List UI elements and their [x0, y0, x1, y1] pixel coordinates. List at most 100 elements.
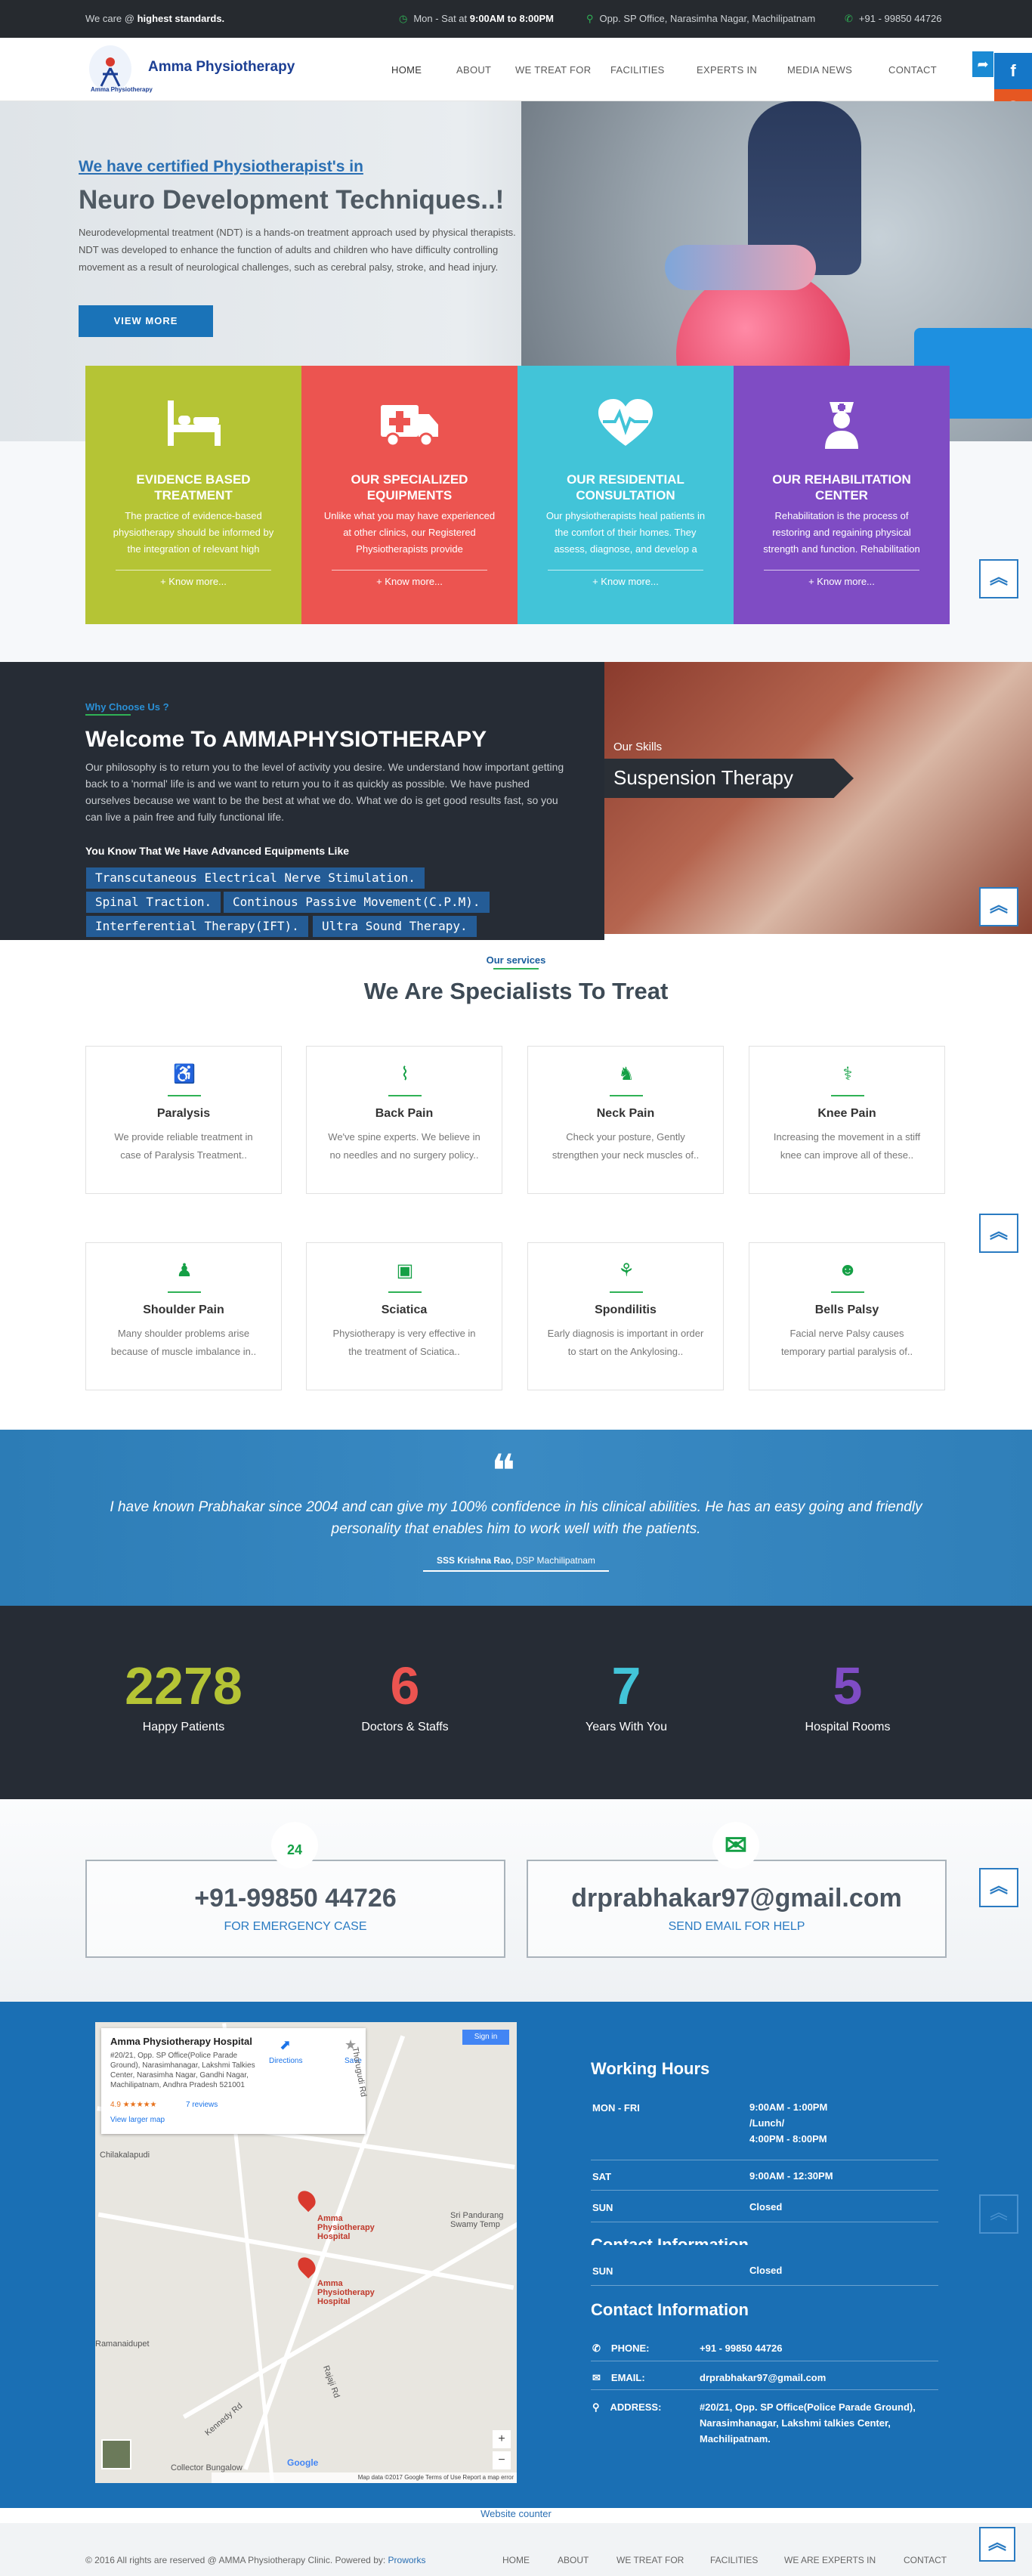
time-value: 9:00AM - 12:30PM — [749, 2170, 833, 2182]
day-label: SUN — [592, 2265, 613, 2277]
logo[interactable]: Amma Physiotherapy Amma Physiotherapy — [89, 42, 316, 97]
service-text: Many shoulder problems arise because of … — [110, 1328, 257, 1357]
card-text: The practice of evidence-based physiothe… — [113, 510, 274, 555]
view-more-button[interactable]: VIEW MORE — [79, 305, 213, 337]
email-value[interactable]: drprabhakar97@gmail.com — [700, 2370, 826, 2386]
map-sign-in-button[interactable]: Sign in — [462, 2030, 509, 2045]
card-evidence-based: EVIDENCE BASED TREATMENT The practice of… — [85, 366, 301, 624]
card-divider — [764, 570, 919, 571]
know-more-link[interactable]: + Know more... — [518, 576, 734, 587]
card-title: OUR SPECIALIZED EQUIPMENTS — [351, 472, 468, 503]
service-text: We've spine experts. We believe in no ne… — [328, 1131, 480, 1161]
scroll-top-button[interactable]: ︽ — [979, 1214, 1018, 1253]
service-text: Check your posture, Gently strengthen yo… — [552, 1131, 700, 1161]
map-satellite-toggle[interactable] — [101, 2439, 131, 2469]
service-neck-pain[interactable]: ♞ Neck Pain Check your posture, Gently s… — [527, 1046, 724, 1194]
map-reviews-link[interactable]: 7 reviews — [186, 2101, 218, 2109]
view-larger-map-link[interactable]: View larger map — [110, 2116, 165, 2124]
why-tag: Why Choose Us ? — [85, 701, 169, 713]
footer-nav-about[interactable]: ABOUT — [558, 2555, 589, 2565]
service-divider — [168, 1095, 201, 1096]
map-pin-icon[interactable] — [294, 2187, 320, 2213]
nav-media-news[interactable]: MEDIA NEWS — [787, 64, 852, 76]
patient-figure — [665, 245, 816, 290]
card-divider — [332, 570, 487, 571]
address-label: ⚲ ADDRESS: — [592, 2401, 662, 2413]
nav-about[interactable]: ABOUT — [456, 64, 491, 76]
email-box[interactable]: drprabhakar97@gmail.com SEND EMAIL FOR H… — [527, 1860, 947, 1958]
directions-link[interactable]: Directions — [269, 2057, 302, 2065]
footer-nav-home[interactable]: HOME — [502, 2555, 530, 2565]
stat-rooms: 5 Hospital Rooms — [805, 1656, 891, 1733]
site-footer: © 2016 All rights are reserved @ AMMA Ph… — [0, 2523, 1032, 2576]
footer-nav-we-treat-for[interactable]: WE TREAT FOR — [616, 2555, 684, 2565]
card-residential-consultation: OUR RESIDENTIAL CONSULTATION Our physiot… — [518, 366, 734, 624]
powered-by-link[interactable]: Proworks — [388, 2555, 426, 2565]
clock-icon: ◷ — [399, 13, 408, 24]
share-arrow-icon[interactable]: ➦ — [972, 51, 993, 77]
working-hours-title: Working Hours — [591, 2059, 710, 2078]
contact-info-title: Contact Information — [591, 2300, 749, 2319]
nav-contact[interactable]: CONTACT — [888, 64, 937, 76]
directions-icon[interactable]: ⬈ — [280, 2037, 291, 2053]
nav-experts-in[interactable]: EXPERTS IN — [697, 64, 757, 76]
footer-nav-experts[interactable]: WE ARE EXPERTS IN — [784, 2555, 876, 2565]
back-icon: ⌇ — [400, 1064, 409, 1084]
know-more-link[interactable]: + Know more... — [301, 576, 518, 587]
website-counter[interactable]: Website counter — [0, 2508, 1032, 2523]
service-paralysis[interactable]: ♿ Paralysis We provide reliable treatmen… — [85, 1046, 282, 1194]
card-text: Unlike what you may have experienced at … — [323, 510, 496, 555]
nav-we-treat-for[interactable]: WE TREAT FOR — [515, 64, 591, 76]
hero-text: Neurodevelopmental treatment (NDT) is a … — [79, 227, 516, 273]
service-divider — [610, 1095, 643, 1096]
service-bells-palsy[interactable]: ☻ Bells Palsy Facial nerve Palsy causes … — [749, 1242, 945, 1390]
envelope-icon: ✉ — [712, 1822, 759, 1869]
testimonial-text: I have known Prabhakar since 2004 and ca… — [110, 1499, 922, 1537]
shoulder-icon: ♟ — [176, 1260, 193, 1281]
tag-underline — [85, 714, 131, 716]
phone-value[interactable]: +91 - 99850 44726 — [700, 2340, 783, 2356]
scroll-top-button[interactable]: ︽ — [979, 887, 1018, 926]
map-pin-label: Amma Physiotherapy Hospital — [317, 2214, 375, 2241]
map-label: Ramanaidupet — [95, 2339, 150, 2349]
why-title: Welcome To AMMAPHYSIOTHERAPY — [85, 727, 487, 752]
equipments-heading: You Know That We Have Advanced Equipment… — [85, 845, 350, 857]
nav-facilities[interactable]: FACILITIES — [610, 64, 665, 76]
equipment-tag: Ultra Sound Therapy. — [313, 916, 477, 937]
card-text: Our physiotherapists heal patients in th… — [545, 510, 706, 555]
service-title: Neck Pain — [596, 1107, 655, 1120]
logo-emblem-icon — [89, 45, 131, 92]
emergency-phone-box[interactable]: +91-99850 44726 FOR EMERGENCY CASE — [85, 1860, 505, 1958]
service-back-pain[interactable]: ⌇ Back Pain We've spine experts. We beli… — [306, 1046, 502, 1194]
scroll-top-button[interactable]: ︽ — [979, 2527, 1015, 2562]
card-text: Rehabilitation is the process of restori… — [763, 510, 920, 555]
scroll-top-button[interactable]: ︽ — [979, 559, 1018, 598]
service-knee-pain[interactable]: ⚕ Knee Pain Increasing the movement in a… — [749, 1046, 945, 1194]
hours-divider — [591, 2285, 938, 2286]
contact-email: drprabhakar97@gmail.com — [571, 1884, 902, 1913]
nav-home[interactable]: HOME — [391, 64, 422, 76]
google-map[interactable]: Amma Physiotherapy Hospital #20/21, Opp.… — [95, 2022, 517, 2483]
footer-nav-contact[interactable]: CONTACT — [904, 2555, 947, 2565]
service-title: Back Pain — [375, 1107, 434, 1120]
spine-icon: ⚘ — [618, 1260, 635, 1281]
heartbeat-icon — [598, 399, 653, 446]
service-text: Facial nerve Palsy causes temporary part… — [780, 1328, 913, 1357]
equipment-tag: Interferential Therapy(IFT). — [86, 916, 308, 937]
footer-nav-facilities[interactable]: FACILITIES — [710, 2555, 758, 2565]
service-sciatica[interactable]: ▣ Sciatica Physiotherapy is very effecti… — [306, 1242, 502, 1390]
know-more-link[interactable]: + Know more... — [734, 576, 950, 587]
map-zoom-in-button[interactable]: + — [493, 2430, 511, 2448]
map-place-name: Amma Physiotherapy Hospital — [110, 2036, 252, 2047]
service-shoulder-pain[interactable]: ♟ Shoulder Pain Many shoulder problems a… — [85, 1242, 282, 1390]
service-spondilitis[interactable]: ⚘ Spondilitis Early diagnosis is importa… — [527, 1242, 724, 1390]
map-pin-label: Amma Physiotherapy Hospital — [317, 2279, 375, 2306]
phone-label: ✆ PHONE: — [592, 2343, 650, 2354]
day-label: SAT — [592, 2171, 612, 2182]
card-title: EVIDENCE BASED TREATMENT — [136, 472, 251, 503]
facebook-icon[interactable]: f — [994, 53, 1032, 89]
know-more-link[interactable]: + Know more... — [85, 576, 301, 587]
scroll-top-button[interactable]: ︽ — [979, 1868, 1018, 1907]
map-zoom-out-button[interactable]: − — [493, 2451, 511, 2469]
scroll-top-button[interactable]: ︽ — [979, 2194, 1018, 2234]
